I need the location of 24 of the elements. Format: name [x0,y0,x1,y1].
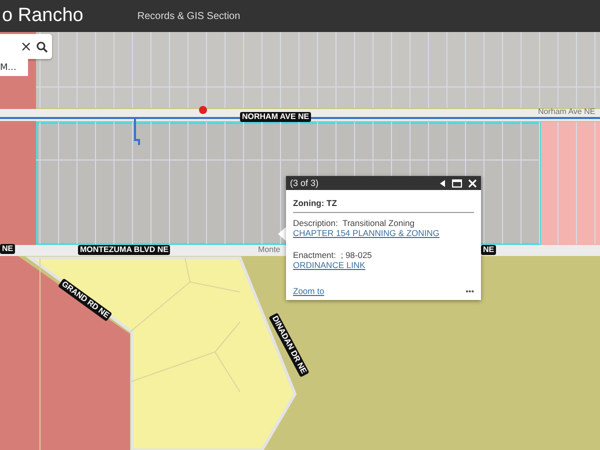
marker-icon[interactable] [199,106,207,114]
search-suggestion[interactable]: M... [0,59,28,76]
section-title: Records & GIS Section [137,10,240,22]
chapter-link[interactable]: CHAPTER 154 PLANNING & ZONING [293,228,440,238]
previous-icon[interactable] [439,178,446,188]
popup-counter: (3 of 3) [290,178,320,188]
road-label: NE [481,245,496,255]
more-icon[interactable]: ••• [466,286,474,296]
road-label: Norham Ave NE [538,107,596,117]
popup-title: Zoning: TZ [293,198,474,213]
road-label: NE [0,244,16,254]
enactment-text: Enactment: ; 98-025 [293,250,373,260]
clear-button[interactable]: × [20,40,32,54]
road-label: NORHAM AVE NE [240,112,312,122]
search-icon[interactable] [36,40,48,52]
maximize-icon[interactable] [452,178,462,188]
ordinance-link[interactable]: ORDINANCE LINK [293,260,366,270]
search-field[interactable]: × [0,34,52,59]
road-label: MONTEZUMA BLVD NE [78,245,170,255]
close-icon[interactable] [468,178,477,188]
app-title: o Rancho [2,5,84,27]
zoom-link[interactable]: Zoom to [293,286,324,296]
road-label: Monte [258,245,280,255]
description-text: Description: Transitional Zoning [293,218,416,228]
